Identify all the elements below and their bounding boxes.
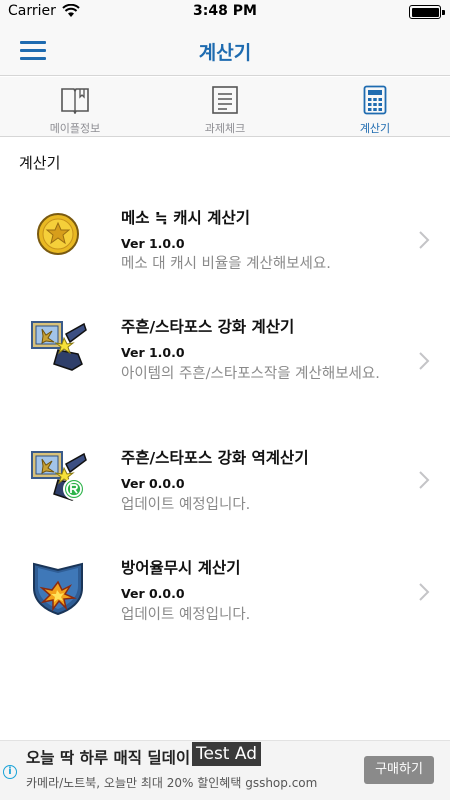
checklist-icon	[209, 84, 241, 116]
shield-break-icon	[33, 562, 83, 616]
status-time: 3:48 PM	[193, 3, 257, 19]
item-title: 메소 ≒ 캐시 계산기	[121, 209, 250, 227]
tab-label: 메이플정보	[49, 122, 101, 135]
item-description: 업데이트 예정입니다.	[121, 497, 251, 513]
ad-subtitle: 카메라/노트북, 오늘만 최대 20% 할인혜택 gsshop.com	[26, 776, 318, 790]
item-title: 주흔/스타포스 강화 역계산기	[121, 449, 309, 467]
item-title: 주흔/스타포스 강화 계산기	[121, 318, 295, 336]
item-description: 아이템의 주흔/스타포스작을 계산해보세요.	[121, 366, 380, 382]
item-version: Ver 1.0.0	[121, 345, 185, 360]
tab-maple-info[interactable]: 메이플정보	[0, 77, 150, 136]
ad-buy-button[interactable]: 구매하기	[364, 756, 434, 784]
item-description: 메소 대 캐시 비율을 계산해보세요.	[121, 256, 331, 272]
tab-bar: 메이플정보 과제체크 계산기	[0, 77, 450, 137]
ad-info-icon[interactable]: i	[3, 765, 17, 779]
page-title: 계산기	[198, 42, 252, 64]
ad-title: 오늘 딱 하루 매직 딜데이	[26, 749, 191, 767]
status-bar: Carrier 3:48 PM	[0, 0, 450, 24]
tab-label: 계산기	[359, 122, 391, 135]
scroll-hammer-icon	[31, 321, 87, 371]
battery-icon	[409, 5, 441, 19]
section-title: 계산기	[19, 154, 61, 172]
test-ad-label: Test Ad	[192, 742, 262, 766]
list-item[interactable]: 메소 ≒ 캐시 계산기 Ver 1.0.0 메소 대 캐시 비율을 계산해보세요…	[0, 190, 450, 290]
calculator-icon	[359, 84, 391, 116]
book-icon	[59, 84, 91, 116]
meso-coin-icon	[37, 213, 79, 255]
chevron-right-icon	[419, 471, 430, 489]
hamburger-menu-icon[interactable]	[20, 40, 46, 60]
item-title: 방어율무시 계산기	[121, 559, 241, 577]
scroll-hammer-reverse-icon	[31, 451, 87, 501]
chevron-right-icon	[419, 583, 430, 601]
list-item[interactable]: 주흔/스타포스 강화 역계산기 Ver 0.0.0 업데이트 예정입니다.	[0, 430, 450, 530]
item-description: 업데이트 예정입니다.	[121, 607, 251, 623]
list-item[interactable]: 주흔/스타포스 강화 계산기 Ver 1.0.0 아이템의 주흔/스타포스작을 …	[0, 300, 450, 420]
list-item[interactable]: 방어율무시 계산기 Ver 0.0.0 업데이트 예정입니다.	[0, 540, 450, 640]
item-version: Ver 1.0.0	[121, 236, 185, 251]
item-version: Ver 0.0.0	[121, 586, 185, 601]
item-version: Ver 0.0.0	[121, 476, 185, 491]
chevron-right-icon	[419, 231, 430, 249]
tab-calculator[interactable]: 계산기	[300, 77, 450, 136]
chevron-right-icon	[419, 352, 430, 370]
navigation-bar: 계산기	[0, 24, 450, 76]
tab-label: 과제체크	[204, 122, 246, 135]
tab-task-check[interactable]: 과제체크	[150, 77, 300, 136]
